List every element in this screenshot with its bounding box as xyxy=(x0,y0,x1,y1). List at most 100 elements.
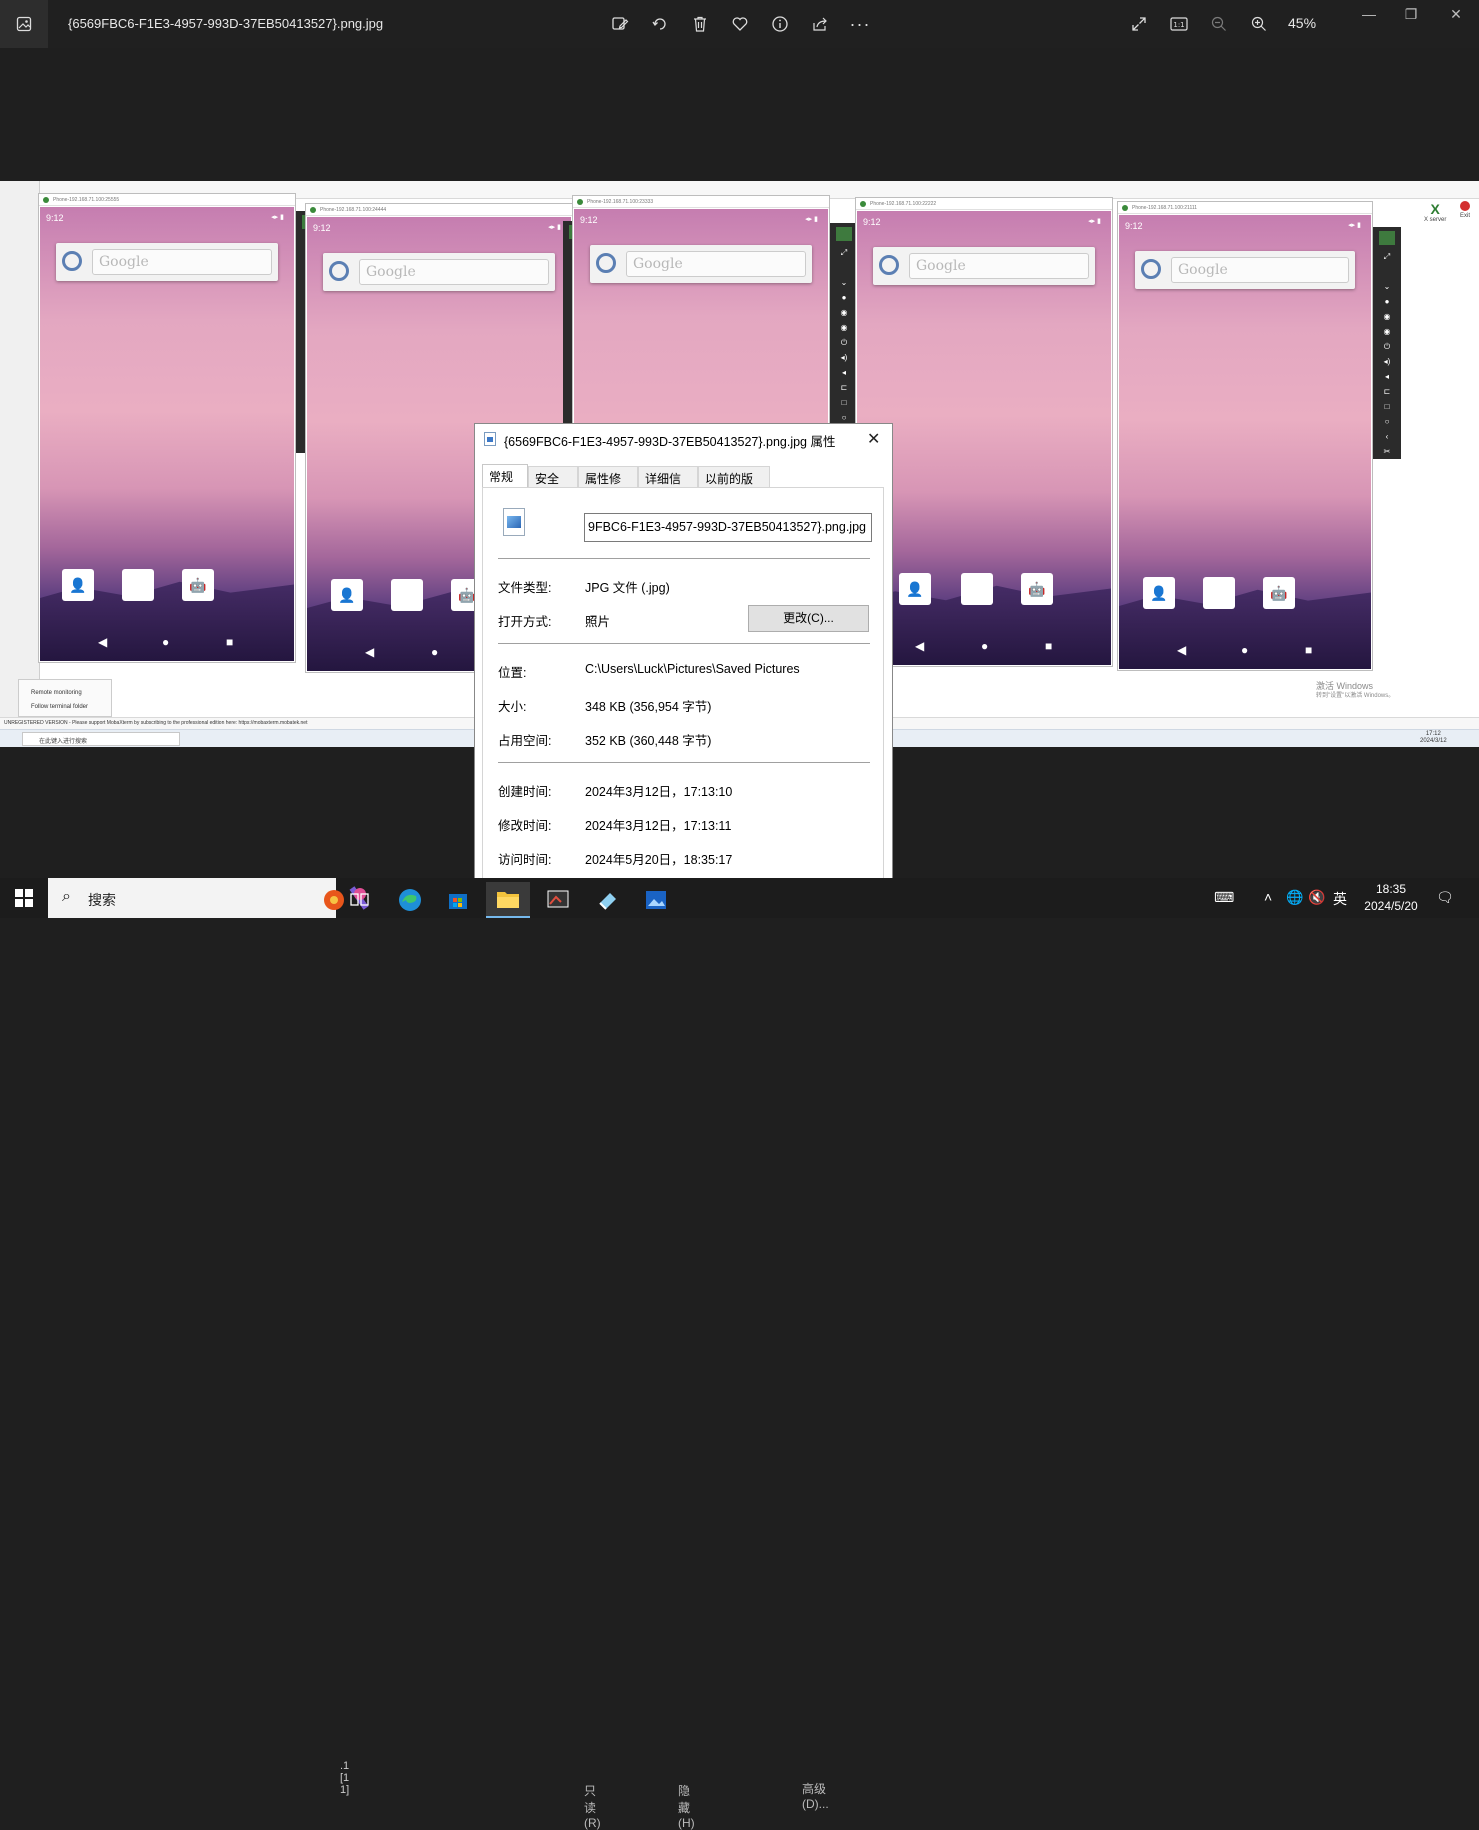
modified-value: 2024年3月12日，17:13:11 xyxy=(585,819,732,833)
inner-search-box: 在此键入进行搜索 xyxy=(22,732,180,746)
tab-details[interactable]: 详细信息 xyxy=(638,466,698,503)
inner-clock: 17:12 2024/3/12 xyxy=(1420,731,1447,744)
info-icon[interactable] xyxy=(768,12,792,36)
tab-security[interactable]: 安全 xyxy=(528,466,578,488)
accessed-value: 2024年5月20日，18:35:17 xyxy=(585,853,733,867)
status-icons: ◂▸ ▮ xyxy=(1348,222,1361,229)
open-with-value: 照片 xyxy=(585,615,611,629)
home-icon: ● xyxy=(162,635,170,649)
dialog-title: {6569FBC6-F1E3-4957-993D-37EB50413527}.p… xyxy=(504,435,836,449)
heart-icon[interactable] xyxy=(728,12,752,36)
rotate-icon[interactable] xyxy=(648,12,672,36)
store-icon[interactable] xyxy=(436,882,480,918)
phone-window: Phone-192.168.71.100:25555 9:12 ◂▸ ▮ Goo… xyxy=(38,193,296,663)
file-explorer-icon[interactable] xyxy=(486,882,530,918)
edit-image-icon[interactable] xyxy=(608,12,632,36)
recents-icon: ■ xyxy=(1045,639,1053,653)
recents-icon: ■ xyxy=(1305,643,1313,657)
taskbar-search-box[interactable]: ⌕ 搜索 xyxy=(48,878,369,918)
activate-title: 激活 Windows xyxy=(1316,681,1374,691)
close-window-button[interactable]: ✕ xyxy=(1441,6,1471,26)
input-language[interactable]: 英 xyxy=(1333,889,1347,909)
zoom-in-icon[interactable] xyxy=(1247,12,1271,36)
open-with-label: 打开方式: xyxy=(498,615,552,629)
gallery-app-icon: 🖼 xyxy=(961,573,993,605)
phone-window: Phone-192.168.71.100:22222 9:12 ◂▸ ▮ Goo… xyxy=(855,197,1113,667)
taskbar-clock[interactable]: 18:35 2024/5/20 xyxy=(1358,881,1424,915)
phone-window-title: Phone-192.168.71.100:21111 xyxy=(1118,202,1372,214)
windows-taskbar: ⌕ 搜索 .1 [1 1] 只读(R) 隐藏(H) 高级(D)... ⌨ ˄ 🌐… xyxy=(0,878,1479,1830)
change-button[interactable]: 更改(C)... xyxy=(748,605,869,632)
viewer-titlebar: {6569FBC6-F1E3-4957-993D-37EB50413527}.p… xyxy=(0,0,1479,48)
contacts-app-icon: 👤 xyxy=(899,573,931,605)
size-value: 348 KB (356,954 字节) xyxy=(585,700,712,714)
search-icon xyxy=(1141,259,1161,279)
photos-taskbar-icon[interactable] xyxy=(634,882,678,918)
android-screen: 9:12 ◂▸ ▮ Google 👤 🖼 🤖 ◀ ● ■ xyxy=(1119,215,1371,669)
status-time: 9:12 xyxy=(580,215,598,225)
home-icon: ● xyxy=(981,639,989,653)
zoom-level[interactable]: 45% xyxy=(1288,15,1316,31)
volume-icon[interactable]: 🔇 xyxy=(1308,889,1325,906)
network-icon[interactable]: 🌐 xyxy=(1286,889,1303,906)
location-label: 位置: xyxy=(498,666,527,680)
tab-general[interactable]: 常规 xyxy=(482,464,528,488)
filename-input[interactable]: 9FBC6-F1E3-4957-993D-37EB50413527}.png.j… xyxy=(584,513,872,542)
expand-icon[interactable] xyxy=(1127,12,1151,36)
eraser-app-icon[interactable] xyxy=(586,882,630,918)
phone-window: Phone-192.168.71.100:23333 9:12 ◂▸ ▮ Goo… xyxy=(572,195,830,425)
created-value: 2024年3月12日，17:13:10 xyxy=(585,785,733,799)
actual-size-button[interactable]: 1:1 xyxy=(1167,12,1191,36)
exit-button: Exit xyxy=(1460,201,1470,219)
windows-logo-icon xyxy=(15,889,33,907)
file-type-value: JPG 文件 (.jpg) xyxy=(585,581,670,595)
gallery-app-icon: 🖼 xyxy=(122,569,154,601)
phone-toolbar: ⤢⌄●◉◉⏻◂)◂⊏□○ xyxy=(830,223,858,423)
back-icon: ◀ xyxy=(915,639,925,653)
contacts-app-icon: 👤 xyxy=(62,569,94,601)
phone-window-title: Phone-192.168.71.100:22222 xyxy=(856,198,1112,210)
notification-icon[interactable]: 🗨 xyxy=(1436,889,1454,906)
accessed-label: 访问时间: xyxy=(498,853,552,867)
keyboard-icon[interactable]: ⌨ xyxy=(1214,889,1234,906)
image-file-icon xyxy=(503,508,525,536)
restore-button[interactable]: ❐ xyxy=(1396,6,1426,26)
status-icons: ◂▸ ▮ xyxy=(805,216,818,223)
edge-browser-icon[interactable] xyxy=(388,882,432,918)
snipping-tool-icon[interactable] xyxy=(536,882,580,918)
search-icon xyxy=(879,255,899,275)
dialog-close-icon[interactable]: ✕ xyxy=(867,429,880,449)
status-icons: ◂▸ ▮ xyxy=(1088,218,1101,225)
activate-windows-watermark: 激活 Windows 转到"设置"以激活 Windows。 xyxy=(1316,681,1394,701)
android-screen: 9:12 ◂▸ ▮ Google 👤 🖼 🤖 ◀ ● ■ xyxy=(857,211,1111,665)
zoom-out-icon[interactable] xyxy=(1207,12,1231,36)
properties-dialog: {6569FBC6-F1E3-4957-993D-37EB50413527}.p… xyxy=(474,423,893,887)
chevron-up-icon[interactable]: ˄ xyxy=(1264,889,1272,905)
phone-window-title: Phone-192.168.71.100:24444 xyxy=(306,204,572,216)
task-view-icon[interactable] xyxy=(338,882,382,918)
status-time: 9:12 xyxy=(863,217,881,227)
more-icon[interactable]: ··· xyxy=(848,12,872,36)
status-time: 9:12 xyxy=(313,223,331,233)
google-search-widget: Google xyxy=(323,253,555,291)
minimize-button[interactable]: — xyxy=(1354,6,1384,26)
photos-app-icon[interactable] xyxy=(0,0,48,48)
google-search-widget: Google xyxy=(56,243,278,281)
search-icon: ⌕ xyxy=(62,888,71,905)
start-button[interactable] xyxy=(0,878,48,918)
status-icons: ◂▸ ▮ xyxy=(548,224,561,231)
phone-window: Phone-192.168.71.100:21111 9:12 ◂▸ ▮ Goo… xyxy=(1117,201,1373,671)
image-file-icon xyxy=(484,432,496,446)
status-time: 9:12 xyxy=(1125,221,1143,231)
android-app-icon: 🤖 xyxy=(1263,577,1295,609)
delete-icon[interactable] xyxy=(688,12,712,36)
tab-previous-versions[interactable]: 以前的版本 xyxy=(698,466,770,503)
clock-date: 2024/5/20 xyxy=(1364,899,1418,913)
recents-icon: ■ xyxy=(226,635,234,649)
xserver-button: XX server xyxy=(1424,201,1447,223)
share-icon[interactable] xyxy=(808,12,832,36)
tab-attribute-edit[interactable]: 属性修改 xyxy=(578,466,638,503)
contacts-app-icon: 👤 xyxy=(331,579,363,611)
svg-text:1:1: 1:1 xyxy=(1173,21,1184,29)
phone-window-title: Phone-192.168.71.100:23333 xyxy=(573,196,829,208)
